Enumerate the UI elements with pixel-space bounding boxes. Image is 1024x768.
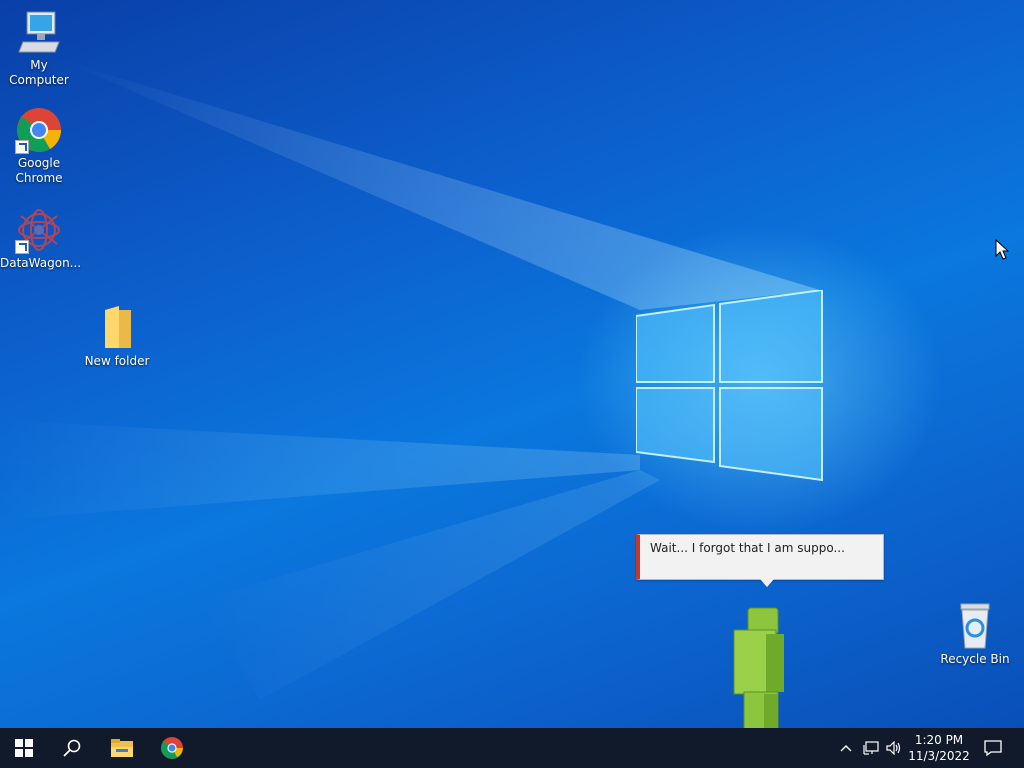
- desktop-icon-my-computer[interactable]: My Computer: [0, 8, 78, 88]
- network-status-button[interactable]: [860, 728, 882, 768]
- search-icon: [63, 739, 81, 757]
- icon-label: DataWagon...: [0, 256, 82, 270]
- icon-label: Recycle Bin: [940, 652, 1010, 666]
- desktop-background[interactable]: My Computer Google Chrome DataWagon... N…: [0, 0, 1024, 728]
- icon-label: New folder: [84, 354, 150, 368]
- volume-button[interactable]: [884, 728, 904, 768]
- desktop-icon-google-chrome[interactable]: Google Chrome: [0, 106, 78, 186]
- action-center-button[interactable]: [978, 728, 1008, 768]
- windows-logo-icon: [15, 739, 33, 757]
- desktop-buddy-speech-bubble[interactable]: Wait... I forgot that I am suppo...: [636, 534, 884, 587]
- chevron-up-icon: [840, 745, 852, 752]
- start-button[interactable]: [0, 728, 48, 768]
- chrome-icon: [15, 106, 63, 154]
- shortcut-arrow-icon: [15, 140, 29, 154]
- computer-icon: [15, 8, 63, 56]
- taskbar-google-chrome[interactable]: [148, 728, 196, 768]
- file-explorer-icon: [111, 739, 133, 757]
- recycle-bin-icon: [951, 602, 999, 650]
- shortcut-arrow-icon: [15, 240, 29, 254]
- datawagon-icon: [15, 206, 63, 254]
- show-hidden-icons-button[interactable]: [836, 728, 856, 768]
- network-icon: [863, 741, 879, 755]
- taskbar-file-explorer[interactable]: [98, 728, 146, 768]
- icon-label: My Computer: [9, 58, 69, 87]
- chrome-icon: [161, 737, 183, 759]
- clock-date: 11/3/2022: [908, 749, 970, 763]
- desktop-buddy-character[interactable]: [728, 606, 790, 748]
- volume-icon: [886, 741, 901, 755]
- mouse-cursor-icon: [995, 239, 1010, 260]
- windows-wallpaper-logo: [636, 290, 823, 482]
- taskbar-clock[interactable]: 1:20 PM 11/3/2022: [902, 732, 976, 764]
- taskbar: 1:20 PM 11/3/2022: [0, 728, 1024, 768]
- icon-label: Google Chrome: [15, 156, 63, 185]
- clock-time: 1:20 PM: [914, 733, 964, 747]
- action-center-icon: [984, 740, 1002, 756]
- search-button[interactable]: [48, 728, 96, 768]
- folder-icon: [93, 304, 141, 352]
- desktop-icon-new-folder[interactable]: New folder: [78, 304, 156, 369]
- speech-bubble-text: Wait... I forgot that I am suppo...: [650, 541, 845, 555]
- desktop-icon-datawagon[interactable]: DataWagon...: [0, 206, 82, 271]
- desktop-icon-recycle-bin[interactable]: Recycle Bin: [936, 602, 1014, 667]
